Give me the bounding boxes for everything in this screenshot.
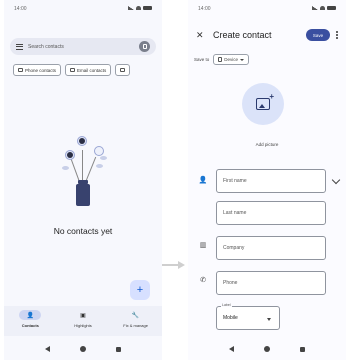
status-bar: 14:00: [14, 6, 152, 14]
signal-icon: [128, 6, 134, 10]
device-label: Device: [224, 57, 239, 62]
company-field[interactable]: Company: [216, 236, 326, 260]
bottom-navigation: 👤 Contacts ▣ Highlights 🔧 Fix & manage: [4, 306, 162, 336]
menu-icon[interactable]: [16, 43, 23, 50]
wifi-icon: [136, 6, 141, 10]
back-icon[interactable]: [229, 346, 234, 352]
add-picture-label: Add picture: [255, 142, 279, 147]
add-picture-button[interactable]: [242, 83, 284, 125]
jar-icon: [76, 180, 90, 206]
battery-icon: [327, 6, 336, 10]
company-icon: ▥: [199, 242, 207, 249]
signal-icon: [312, 6, 318, 10]
chip-email-contacts[interactable]: Email contacts: [65, 64, 112, 76]
phone-placeholder: Phone: [223, 280, 238, 286]
home-icon[interactable]: [264, 346, 270, 352]
save-to-dropdown[interactable]: Device: [213, 54, 250, 65]
chip-phone-contacts[interactable]: Phone contacts: [13, 64, 62, 76]
chip-label: Phone contacts: [25, 67, 57, 73]
close-icon[interactable]: ✕: [196, 30, 208, 41]
label-legend: Label: [221, 303, 232, 307]
nav-fix-manage[interactable]: 🔧 Fix & manage: [113, 310, 158, 336]
nav-highlights[interactable]: ▣ Highlights: [60, 310, 105, 336]
search-input[interactable]: Search contacts: [28, 44, 139, 50]
last-name-field[interactable]: Last name: [216, 201, 326, 225]
wrench-icon: 🔧: [131, 312, 140, 319]
highlights-icon: ▣: [80, 312, 86, 319]
label-icon: [120, 68, 126, 72]
empty-state-illustration: [60, 128, 114, 208]
status-icons: [128, 6, 152, 10]
transition-arrow: [162, 261, 186, 269]
save-button[interactable]: Save: [306, 29, 330, 41]
phone-icon: ✆: [200, 277, 206, 284]
person-icon: 👤: [198, 177, 208, 184]
status-time: 14:00: [14, 6, 27, 12]
top-app-bar: ✕ Create contact Save: [188, 26, 346, 44]
save-to-row: Save to Device: [194, 54, 250, 65]
phone-field[interactable]: Phone: [216, 271, 326, 295]
system-nav-bar: [188, 342, 346, 356]
nav-contacts[interactable]: 👤 Contacts: [8, 310, 53, 336]
system-nav-bar: [4, 342, 162, 356]
account-avatar[interactable]: [139, 41, 150, 52]
filter-chips: Phone contacts Email contacts: [13, 64, 162, 76]
chip-label: Email contacts: [77, 67, 107, 73]
chevron-down-icon[interactable]: [331, 175, 341, 185]
chip-more[interactable]: [115, 64, 131, 76]
add-photo-icon: [256, 92, 274, 110]
plus-icon: +: [136, 284, 144, 296]
device-icon: [142, 44, 147, 49]
nav-label: Fix & manage: [123, 323, 148, 328]
recents-icon[interactable]: [116, 346, 121, 352]
home-icon[interactable]: [80, 346, 86, 352]
nav-label: Contacts: [21, 323, 39, 328]
page-title: Create contact: [213, 30, 272, 40]
status-time: 14:00: [198, 6, 211, 12]
status-icons: [312, 6, 336, 10]
last-name-placeholder: Last name: [223, 210, 247, 216]
dropdown-icon: [240, 58, 245, 61]
nav-label: Highlights: [74, 323, 92, 328]
create-contact-screen: 14:00 ✕ Create contact Save Save to Devi…: [188, 0, 346, 360]
status-bar: 14:00: [198, 6, 336, 14]
wifi-icon: [320, 6, 325, 10]
battery-icon: [143, 6, 152, 10]
search-bar[interactable]: Search contacts: [10, 38, 156, 55]
back-icon[interactable]: [45, 346, 50, 352]
add-contact-button[interactable]: +: [130, 280, 150, 300]
phone-icon: [18, 68, 23, 72]
label-value: Mobile: [223, 315, 238, 321]
first-name-placeholder: First name: [223, 178, 247, 184]
person-icon: 👤: [19, 310, 42, 320]
company-placeholder: Company: [223, 245, 245, 251]
save-to-label: Save to: [194, 57, 210, 62]
more-options-icon[interactable]: [336, 31, 338, 39]
email-icon: [70, 68, 76, 72]
recents-icon[interactable]: [300, 346, 305, 352]
device-icon: [218, 57, 223, 62]
empty-state-text: No contacts yet: [53, 226, 113, 236]
contacts-screen: 14:00 Search contacts Phone contacts Ema…: [4, 0, 162, 360]
first-name-field[interactable]: First name: [216, 169, 326, 193]
dropdown-icon: [267, 318, 271, 321]
phone-label-select[interactable]: Label Mobile: [216, 303, 280, 330]
